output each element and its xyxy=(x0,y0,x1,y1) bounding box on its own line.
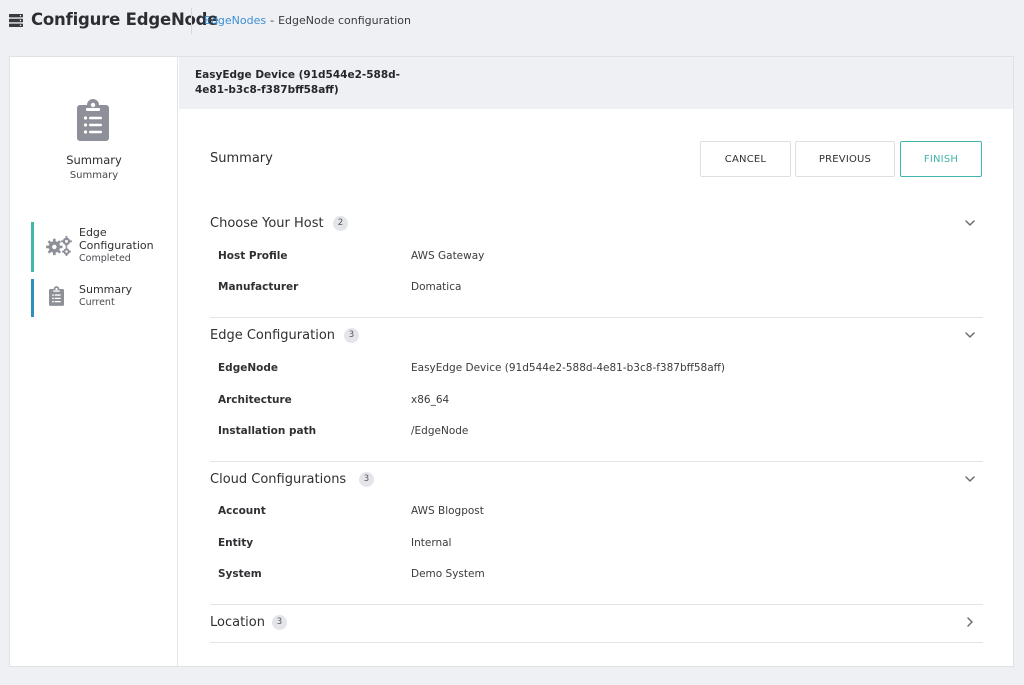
sidebar-title: Summary xyxy=(66,153,122,167)
cancel-button[interactable]: CANCEL xyxy=(700,141,791,177)
row-label: Account xyxy=(218,505,266,517)
row-label: Installation path xyxy=(218,425,317,437)
configuration-card: Summary Summary Edge Configuration Compl… xyxy=(9,56,1014,667)
step-status: Current xyxy=(79,297,115,308)
section-count-badge: 2 xyxy=(333,216,348,231)
section-header-location[interactable]: Location 3 xyxy=(210,612,983,636)
clipboard-list-icon xyxy=(49,286,64,306)
step-text: Edge Configuration Completed xyxy=(79,226,154,265)
chevron-down-icon[interactable] xyxy=(963,472,977,486)
section-header-cloud-configurations[interactable]: Cloud Configurations 3 xyxy=(210,469,983,493)
row-value: x86_64 xyxy=(411,394,450,406)
breadcrumb: EdgeNodes - EdgeNode configuration xyxy=(204,14,411,27)
previous-button[interactable]: PREVIOUS xyxy=(795,141,895,177)
section-title: Choose Your Host xyxy=(210,216,324,231)
breadcrumb-separator: - xyxy=(270,14,275,27)
device-header: EasyEdge Device (91d544e2-588d-4e81-b3c8… xyxy=(179,57,1013,109)
row-label: EdgeNode xyxy=(218,362,278,374)
row-label: Architecture xyxy=(218,394,292,406)
section-count-badge: 3 xyxy=(344,328,359,343)
row-label: System xyxy=(218,568,262,580)
title-divider xyxy=(191,8,192,34)
section-title: Cloud Configurations xyxy=(210,472,347,487)
device-title: EasyEdge Device (91d544e2-588d-4e81-b3c8… xyxy=(195,69,401,96)
row-value: AWS Blogpost xyxy=(411,505,484,517)
row-value: /EdgeNode xyxy=(411,425,469,437)
step-name: Summary xyxy=(79,283,133,296)
step-summary[interactable]: Summary Current xyxy=(31,279,171,317)
row-label: Entity xyxy=(218,537,254,549)
step-name: Edge xyxy=(79,226,107,239)
row-label: Host Profile xyxy=(218,250,288,262)
step-status: Completed xyxy=(79,253,131,264)
step-edge-configuration[interactable]: Edge Configuration Completed xyxy=(31,222,171,272)
step-text: Summary Current xyxy=(79,283,132,309)
section-divider xyxy=(210,317,983,318)
server-icon xyxy=(9,14,23,27)
breadcrumb-current: EdgeNode configuration xyxy=(278,14,411,27)
step-name-line2: Configuration xyxy=(79,239,154,252)
row-value: Domatica xyxy=(411,281,462,293)
step-accent-bar xyxy=(31,222,34,272)
wizard-sidebar: Summary Summary Edge Configuration Compl… xyxy=(10,57,178,666)
row-value: Internal xyxy=(411,537,452,549)
breadcrumb-link-edgenodes[interactable]: EdgeNodes xyxy=(204,14,266,27)
section-divider xyxy=(210,461,983,462)
gears-icon xyxy=(46,235,72,257)
chevron-down-icon[interactable] xyxy=(963,216,977,230)
top-bar: Configure EdgeNode EdgeNodes - EdgeNode co… xyxy=(0,0,1024,44)
section-count-badge: 3 xyxy=(272,615,287,630)
section-divider xyxy=(210,604,983,605)
section-title: Location xyxy=(210,615,265,630)
row-value: AWS Gateway xyxy=(411,250,485,262)
chevron-right-icon[interactable] xyxy=(963,615,977,629)
section-header-choose-your-host[interactable]: Choose Your Host 2 xyxy=(210,213,983,237)
row-label: Manufacturer xyxy=(218,281,299,293)
row-value: Demo System xyxy=(411,568,485,580)
section-divider xyxy=(210,642,983,643)
row-value: EasyEdge Device (91d544e2-588d-4e81-b3c8… xyxy=(411,362,725,374)
step-accent-bar xyxy=(31,279,34,317)
clipboard-list-icon xyxy=(77,99,109,141)
section-count-badge: 3 xyxy=(359,472,374,487)
summary-heading: Summary xyxy=(210,151,273,166)
section-header-edge-configuration[interactable]: Edge Configuration 3 xyxy=(210,325,983,349)
chevron-down-icon[interactable] xyxy=(963,328,977,342)
section-title: Edge Configuration xyxy=(210,328,336,343)
sidebar-subtitle: Summary xyxy=(69,170,119,181)
finish-button[interactable]: FINISH xyxy=(900,141,982,177)
